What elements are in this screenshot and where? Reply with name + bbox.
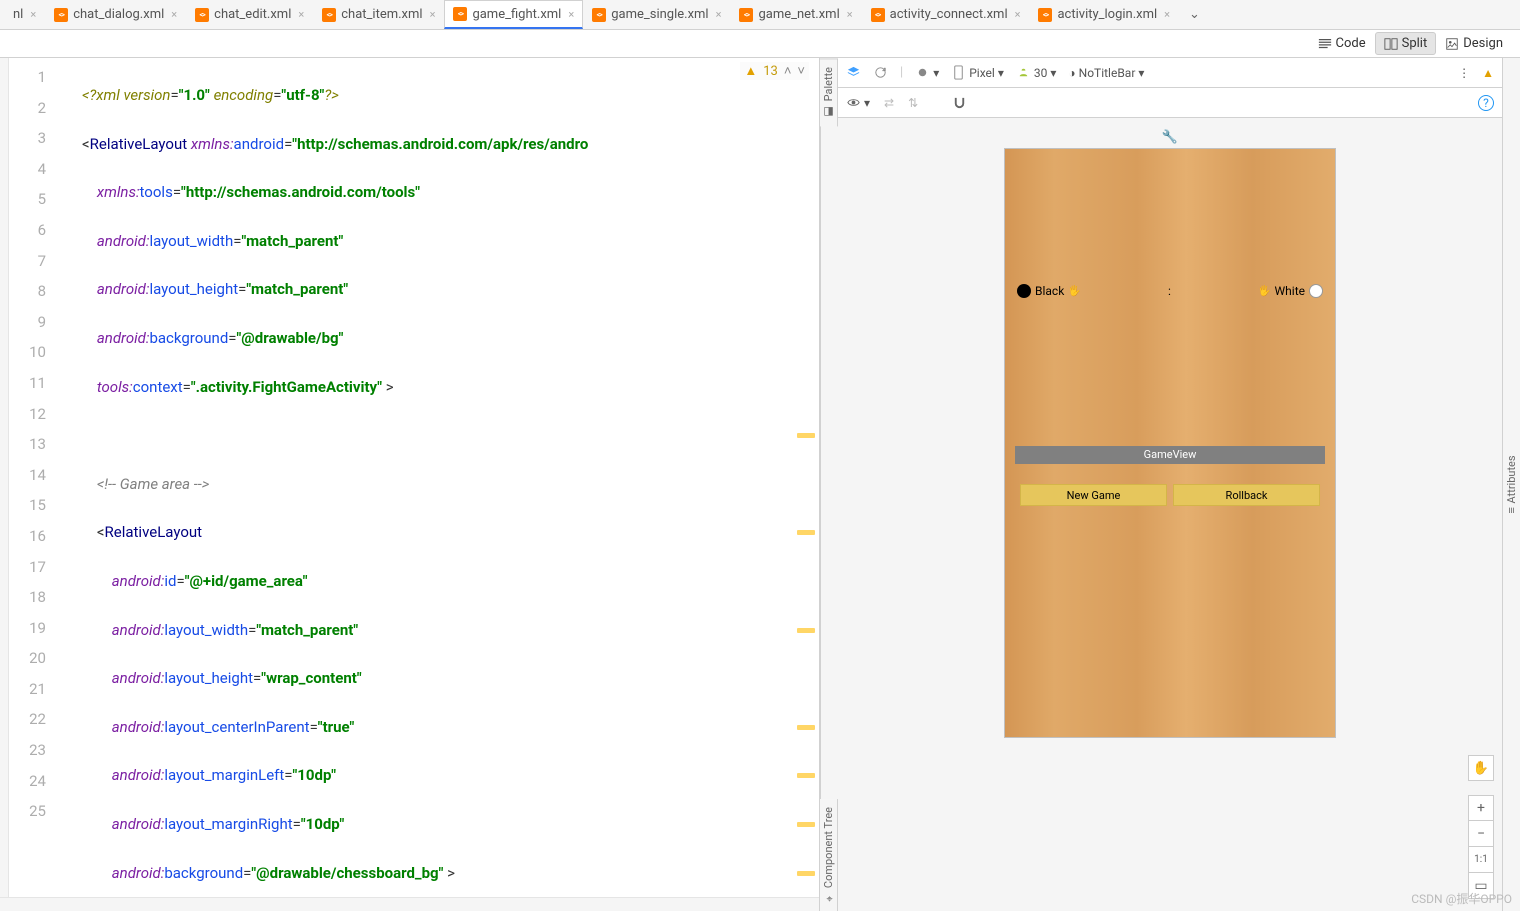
xml-file-icon — [739, 8, 753, 22]
xml-file-icon — [453, 7, 467, 21]
tab-chat-item[interactable]: chat_item.xml × — [313, 0, 444, 29]
black-label: Black — [1035, 284, 1064, 298]
tab-label: game_single.xml — [611, 7, 708, 22]
zoom-in-button[interactable]: + — [1468, 795, 1494, 821]
horizontal-scrollbar[interactable] — [0, 897, 819, 911]
component-tree-tab[interactable]: ⌖Component Tree — [820, 799, 838, 911]
chevron-down-icon[interactable]: ˅ — [797, 63, 805, 79]
theme-select[interactable]: ◑NoTitleBar▾ — [1068, 66, 1144, 80]
warning-icon: ▲ — [744, 63, 757, 79]
design-toolbar: | ▾ Pixel▾ 30▾ ◑NoTitleBar▾ ⋮ ▲ — [838, 58, 1502, 88]
close-icon[interactable]: × — [298, 8, 304, 21]
orientation-button[interactable] — [873, 65, 888, 80]
close-icon[interactable]: × — [30, 8, 36, 21]
tab-label: chat_edit.xml — [214, 7, 291, 22]
tab-chat-edit[interactable]: chat_edit.xml × — [186, 0, 313, 29]
close-icon[interactable]: × — [847, 8, 853, 21]
code-pane: ▲ 13 ˄ ˅ 1 2 3 4 5 6 7 8 9 10 11 12 13 1… — [0, 58, 820, 911]
pan-hand-button[interactable]: ✋ — [1468, 755, 1494, 781]
xml-file-icon — [195, 8, 209, 22]
sliders-icon: ≡ — [1505, 507, 1518, 513]
zoom-controls: ✋ + − 1:1 ▭ — [1468, 755, 1494, 899]
tab-chat-dialog[interactable]: chat_dialog.xml × — [45, 0, 186, 29]
warning-triangle-icon[interactable]: ▲ — [1482, 66, 1494, 80]
palette-icon: ◧ — [822, 105, 835, 118]
close-icon[interactable]: × — [1164, 8, 1170, 21]
tab-label: activity_connect.xml — [890, 7, 1008, 22]
xml-file-icon — [322, 8, 336, 22]
palette-tab[interactable]: ◧Palette — [820, 58, 838, 126]
close-icon[interactable]: × — [171, 8, 177, 21]
gameview-placeholder: GameView — [1015, 446, 1325, 464]
magnet-icon[interactable] — [952, 95, 967, 110]
tab-label: nl — [13, 7, 23, 22]
design-toolbar-2: ▾ ⇄ ⇅ ? — [838, 88, 1502, 118]
view-options-button[interactable]: ▾ — [846, 95, 870, 110]
design-canvas[interactable]: 🔧 Black🖐 : 🖐White GameView New Game Roll… — [838, 118, 1502, 911]
new-game-button[interactable]: New Game — [1020, 484, 1167, 506]
gutter: 1 2 3 4 5 6 7 8 9 10 11 12 13 14 15 16 1… — [0, 58, 82, 897]
tab-nl[interactable]: nl × — [4, 0, 45, 29]
night-mode-button[interactable]: ▾ — [915, 65, 939, 80]
code-text[interactable]: <?xml version="1.0" encoding="utf-8"?> <… — [82, 58, 819, 897]
score-separator: : — [1168, 284, 1171, 298]
xml-file-icon — [54, 8, 68, 22]
zoom-reset-button[interactable]: 1:1 — [1468, 847, 1494, 873]
design-pane: | ▾ Pixel▾ 30▾ ◑NoTitleBar▾ ⋮ ▲ ▾ ⇄ ⇅ ? … — [838, 58, 1520, 911]
close-icon[interactable]: × — [1015, 8, 1021, 21]
tab-game-net[interactable]: game_net.xml × — [730, 0, 861, 29]
tab-game-fight[interactable]: game_fight.xml × — [444, 0, 583, 29]
view-split-button[interactable]: Split — [1375, 32, 1437, 55]
help-icon[interactable]: ? — [1478, 95, 1494, 111]
api-select[interactable]: 30▾ — [1016, 65, 1057, 80]
tab-label: game_fight.xml — [472, 7, 561, 22]
warning-count: 13 — [763, 64, 778, 79]
tree-icon: ⌖ — [822, 892, 835, 903]
tab-label: chat_item.xml — [341, 7, 422, 22]
pan-left-right-icon[interactable]: ⇄ — [884, 96, 894, 110]
chevron-up-icon[interactable]: ˄ — [784, 63, 792, 79]
xml-file-icon — [592, 8, 606, 22]
white-label: White — [1275, 284, 1305, 298]
xml-file-icon — [1038, 8, 1052, 22]
editor-tabs: nl × chat_dialog.xml × chat_edit.xml × chat… — [0, 0, 1520, 30]
view-mode-bar: Code Split Design — [0, 30, 1520, 58]
close-icon[interactable]: × — [568, 8, 574, 21]
view-label: Design — [1463, 36, 1503, 51]
tab-label: activity_login.xml — [1057, 7, 1157, 22]
view-code-button[interactable]: Code — [1309, 32, 1375, 55]
black-stone-icon — [1017, 284, 1031, 298]
code-area[interactable]: 1 2 3 4 5 6 7 8 9 10 11 12 13 14 15 16 1… — [0, 58, 819, 897]
view-label: Split — [1402, 36, 1428, 51]
view-design-button[interactable]: Design — [1436, 32, 1512, 55]
attributes-tab[interactable]: ≡Attributes — [1502, 58, 1520, 911]
tabs-overflow[interactable]: ⌄ — [1179, 0, 1210, 29]
tab-game-single[interactable]: game_single.xml × — [583, 0, 730, 29]
rollback-button[interactable]: Rollback — [1173, 484, 1320, 506]
tab-label: chat_dialog.xml — [73, 7, 164, 22]
white-stone-icon — [1309, 284, 1323, 298]
tab-activity-connect[interactable]: activity_connect.xml × — [862, 0, 1030, 29]
main-split: ▲ 13 ˄ ˅ 1 2 3 4 5 6 7 8 9 10 11 12 13 1… — [0, 58, 1520, 911]
device-select[interactable]: Pixel▾ — [951, 65, 1004, 80]
device-preview[interactable]: Black🖐 : 🖐White GameView New Game Rollba… — [1004, 148, 1336, 738]
inspection-widget[interactable]: ▲ 13 ˄ ˅ — [740, 62, 809, 80]
watermark: CSDN @振华OPPO — [1411, 890, 1512, 907]
locale-button[interactable]: ⋮ — [1458, 66, 1470, 80]
close-icon[interactable]: × — [716, 8, 722, 21]
view-label: Code — [1336, 36, 1366, 51]
surface-button[interactable] — [846, 65, 861, 80]
tab-activity-login[interactable]: activity_login.xml × — [1029, 0, 1179, 29]
pan-up-down-icon[interactable]: ⇅ — [908, 96, 918, 110]
close-icon[interactable]: × — [430, 8, 436, 21]
theme-icon: ◑ — [1068, 66, 1075, 80]
tab-label: game_net.xml — [758, 7, 839, 22]
zoom-out-button[interactable]: − — [1468, 821, 1494, 847]
xml-file-icon — [871, 8, 885, 22]
wrench-icon[interactable]: 🔧 — [1162, 130, 1178, 145]
